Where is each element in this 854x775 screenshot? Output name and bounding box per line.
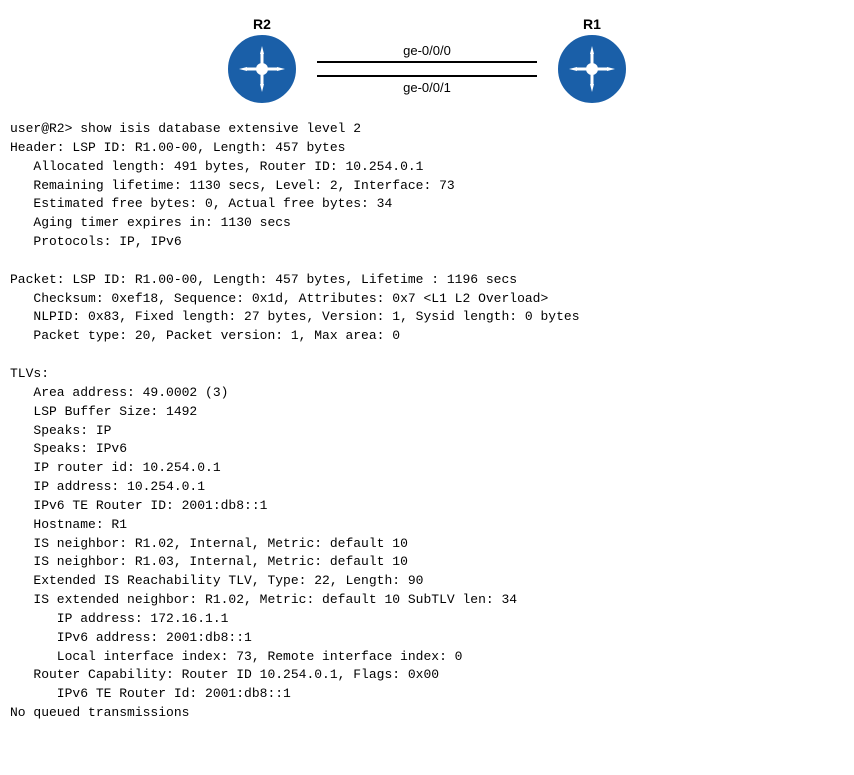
router-r2-label: R2 (253, 16, 271, 32)
router-r1-icon (557, 34, 627, 104)
router-r1-label: R1 (583, 16, 601, 32)
router-r2-icon (227, 34, 297, 104)
link-bottom-label: ge-0/0/1 (403, 80, 451, 95)
terminal-output: user@R2> show isis database extensive le… (10, 120, 844, 723)
network-diagram: R2 ge-0/0/0 (10, 10, 844, 110)
link-top-label: ge-0/0/0 (403, 43, 451, 58)
